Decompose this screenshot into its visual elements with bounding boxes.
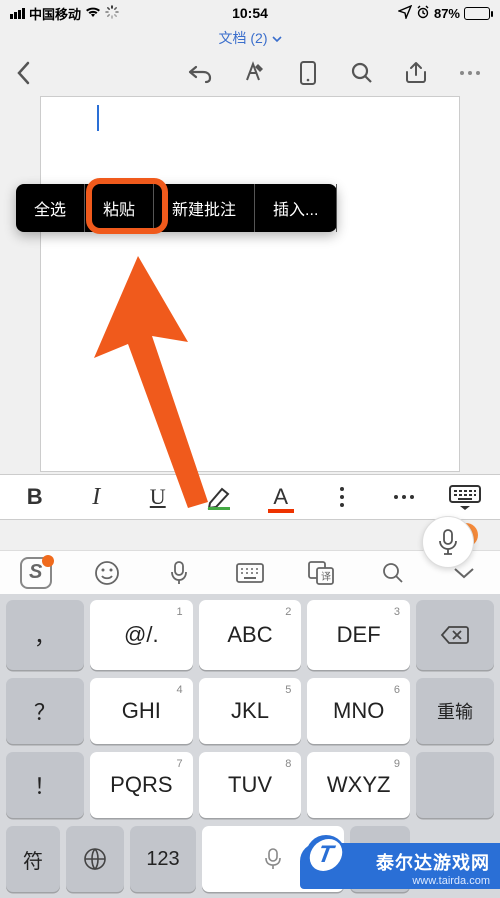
key-1[interactable]: 1@/.	[90, 600, 193, 670]
emoji-icon	[94, 560, 120, 586]
status-bar: 中国移动 10:54 87%	[0, 0, 500, 26]
ctx-new-comment[interactable]: 新建批注	[154, 184, 255, 232]
app-toolbar	[0, 50, 500, 96]
battery-icon	[464, 7, 490, 20]
back-button[interactable]	[6, 55, 42, 91]
undo-button[interactable]	[182, 55, 218, 91]
key-backspace[interactable]	[416, 600, 494, 670]
globe-icon	[83, 847, 107, 871]
edit-style-button[interactable]	[236, 55, 272, 91]
chevron-down-icon	[272, 30, 282, 46]
context-menu: 全选 粘贴 新建批注 插入...	[16, 184, 337, 232]
key-9-wxyz[interactable]: 9WXYZ	[307, 752, 410, 818]
key-2-abc[interactable]: 2ABC	[199, 600, 302, 670]
ctx-insert[interactable]: 插入...	[255, 184, 337, 232]
microphone-icon	[263, 847, 283, 871]
ime-emoji-button[interactable]	[82, 551, 132, 595]
share-button[interactable]	[398, 55, 434, 91]
key-symbols[interactable]: 符	[6, 826, 60, 892]
annotation-arrow	[80, 256, 240, 521]
key-comma[interactable]: ，	[6, 600, 84, 670]
ime-logo-button[interactable]: S	[11, 551, 61, 595]
microphone-icon	[169, 560, 189, 586]
ime-search-button[interactable]	[368, 551, 418, 595]
ime-toolbar: S 译	[0, 550, 500, 594]
watermark-brand: 泰尔达游戏网	[376, 853, 490, 873]
chevron-down-icon	[453, 566, 475, 580]
key-globe[interactable]	[66, 826, 124, 892]
text-caret	[97, 105, 99, 131]
key-6-mno[interactable]: 6MNO	[307, 678, 410, 744]
watermark-url: www.tairda.com	[344, 875, 490, 887]
font-color-button[interactable]: A	[258, 477, 304, 517]
format-more-button[interactable]	[319, 477, 365, 517]
battery-pct: 87%	[434, 6, 460, 21]
keyboard-icon	[235, 562, 265, 584]
ime-voice-button[interactable]	[154, 551, 204, 595]
locate-icon	[398, 5, 412, 22]
bold-button[interactable]: B	[12, 477, 58, 517]
alarm-icon	[416, 5, 430, 22]
svg-text:译: 译	[321, 571, 331, 583]
annotation-highlight-ring	[86, 178, 168, 234]
search-icon	[381, 561, 405, 585]
ime-translate-button[interactable]: 译	[296, 551, 346, 595]
key-4-ghi[interactable]: 4GHI	[90, 678, 193, 744]
ctx-select-all[interactable]: 全选	[16, 184, 85, 232]
translate-icon: 译	[307, 560, 335, 586]
doc-title: 文档 (2)	[219, 28, 268, 48]
search-button[interactable]	[344, 55, 380, 91]
key-exclaim[interactable]: ！	[6, 752, 84, 818]
more-button[interactable]	[452, 55, 488, 91]
watermark-badge: T	[307, 839, 345, 871]
microphone-icon	[437, 528, 459, 556]
format-toolbar: B I U A	[0, 474, 500, 520]
sogou-icon: S	[20, 557, 52, 589]
site-watermark: T 泰尔达游戏网 www.tairda.com	[300, 843, 500, 889]
key-123[interactable]: 123	[130, 826, 196, 892]
document-canvas-zone: 全选 粘贴 新建批注 插入...	[0, 96, 500, 474]
font-color-letter: A	[273, 484, 288, 510]
format-overflow-button[interactable]	[381, 477, 427, 517]
ime-keyboard-settings-button[interactable]	[225, 551, 275, 595]
backspace-icon	[440, 624, 470, 646]
key-enter[interactable]	[416, 752, 494, 818]
key-question[interactable]: ？	[6, 678, 84, 744]
hide-keyboard-button[interactable]	[442, 477, 488, 517]
status-right: 87%	[398, 5, 490, 22]
key-3-def[interactable]: 3DEF	[307, 600, 410, 670]
doc-title-row[interactable]: 文档 (2)	[0, 26, 500, 50]
key-5-jkl[interactable]: 5JKL	[199, 678, 302, 744]
key-7-pqrs[interactable]: 7PQRS	[90, 752, 193, 818]
key-8-tuv[interactable]: 8TUV	[199, 752, 302, 818]
voice-input-button[interactable]	[422, 516, 474, 568]
mobile-view-button[interactable]	[290, 55, 326, 91]
key-reinput[interactable]: 重输	[416, 678, 494, 744]
